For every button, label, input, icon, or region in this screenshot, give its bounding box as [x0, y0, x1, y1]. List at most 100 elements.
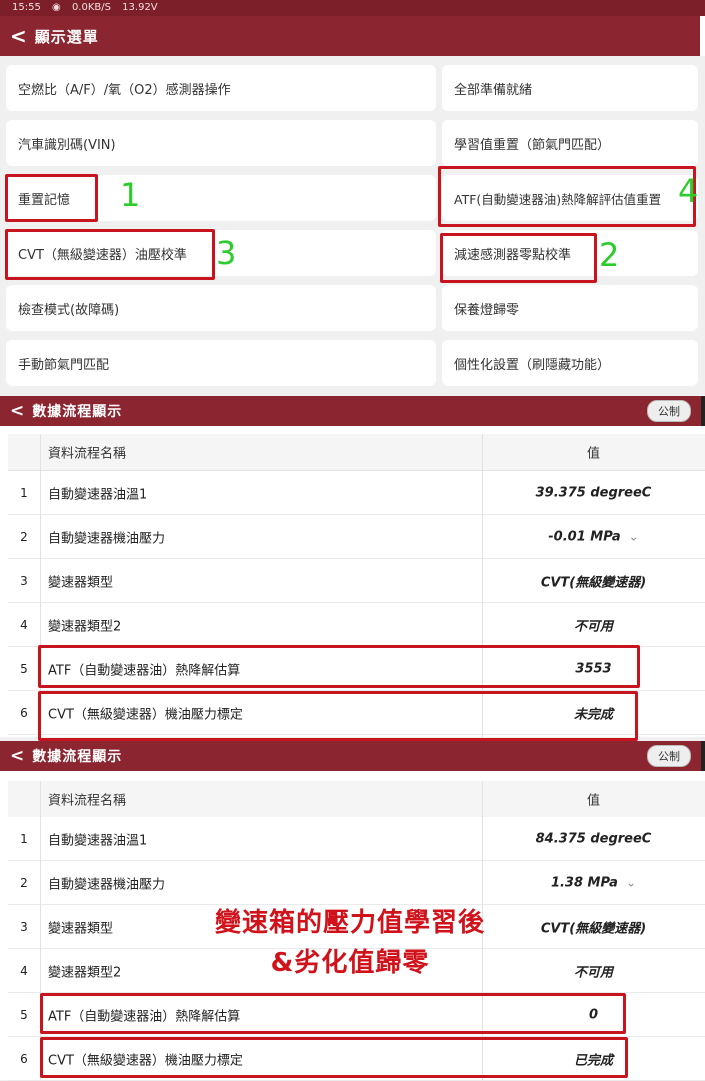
column-divider [40, 434, 41, 737]
step-marker-3: 3 [216, 234, 237, 272]
row-number: 4 [20, 617, 28, 632]
datastream-header-after: < 數據流程顯示 公制 [0, 741, 705, 771]
status-net-speed: 0.0KB/S [71, 2, 111, 13]
row-name: 變速器類型2 [48, 965, 122, 980]
datastream-header-before: < 數據流程顯示 公制 [0, 396, 705, 426]
row-number: 4 [20, 963, 28, 978]
menu-item-learn-reset[interactable]: 學習值重置（節氣門匹配） [442, 120, 698, 166]
column-divider [40, 781, 41, 1080]
table-row[interactable]: 1 自動變速器油溫1 39.375 degreeC [8, 471, 705, 515]
annotation-line-1: 變速箱的壓力值學習後 [214, 908, 485, 938]
table-header-after: 資料流程名稱 值 [8, 781, 705, 818]
row-number: 2 [20, 529, 28, 544]
header-edge [701, 396, 705, 426]
menu-item-label: 學習值重置（節氣門匹配） [454, 137, 611, 153]
row-value: 已完成 [573, 1053, 613, 1068]
menu-item-label: 個性化設置（刷隱藏功能） [454, 357, 611, 373]
chevron-down-icon[interactable]: ⌄ [629, 529, 639, 543]
header-edge [701, 741, 705, 771]
column-header-name: 資料流程名稱 [48, 793, 127, 809]
column-header-value: 值 [586, 446, 600, 462]
menu-title: 顯示選單 [34, 27, 99, 46]
datastream-title: 數據流程顯示 [32, 749, 123, 765]
step-marker-2: 2 [599, 236, 620, 274]
row-name: 變速器類型2 [48, 619, 122, 634]
status-bar: 15:55 ◉ 0.0KB/S 13.92V [0, 0, 705, 16]
menu-item-label: 減速感測器零點校準 [454, 247, 572, 263]
table-row[interactable]: 5 ATF（自動變速器油）熱降解估算 3553 [8, 647, 705, 691]
status-voltage: 13.92V [122, 2, 158, 13]
column-header-name: 資料流程名稱 [48, 446, 127, 462]
table-row[interactable]: 4 變速器類型2 不可用 [8, 603, 705, 647]
menu-item-af-sensor[interactable]: 空燃比（A/F）/氧（O2）感測器操作 [6, 65, 436, 111]
row-value: 未完成 [573, 707, 613, 722]
row-name: 變速器類型 [48, 921, 114, 936]
row-value: 39.375 degreeC [535, 485, 652, 500]
menu-item-label: 空燃比（A/F）/氧（O2）感測器操作 [18, 82, 231, 98]
metric-unit-button[interactable]: 公制 [647, 745, 691, 767]
row-value: 1.38 MPa [550, 875, 618, 890]
row-number: 5 [20, 1007, 28, 1022]
table-header-before: 資料流程名稱 值 [8, 434, 705, 471]
row-number: 2 [20, 875, 28, 890]
row-value: 0 [588, 1007, 599, 1022]
menu-item-label: CVT（無級變速器）油壓校準 [18, 247, 187, 263]
menu-item-check-mode[interactable]: 檢查模式(故障碼) [6, 285, 436, 331]
menu-item-atf-degradation-reset[interactable]: ATF(自動變速器油)熱降解評估值重置 [442, 175, 698, 221]
row-number: 5 [20, 661, 28, 676]
menu-item-label: 保養燈歸零 [454, 302, 520, 318]
menu-grid: 空燃比（A/F）/氧（O2）感測器操作 汽車識別碼(VIN) 重置記憶 CVT（… [0, 56, 705, 395]
menu-item-label: ATF(自動變速器油)熱降解評估值重置 [454, 191, 662, 207]
menu-item-label: 全部準備就緒 [454, 82, 533, 98]
row-value-cell: 1.38 MPa ⌄ [482, 875, 705, 890]
status-time: 15:55 [12, 2, 41, 13]
row-name: 變速器類型 [48, 575, 114, 590]
table-row[interactable]: 1 自動變速器油溫1 84.375 degreeC [8, 817, 705, 861]
row-number: 3 [20, 573, 28, 588]
row-name: CVT（無級變速器）機油壓力標定 [48, 1053, 243, 1068]
step-marker-1: 1 [120, 176, 141, 214]
wifi-icon: ◉ [52, 2, 61, 13]
back-arrow-icon[interactable]: < [10, 747, 24, 765]
row-name: 自動變速器油溫1 [48, 833, 148, 848]
row-value: CVT(無級變速器) [540, 575, 647, 590]
step-marker-4: 4 [678, 172, 699, 210]
table-row[interactable]: 2 自動變速器機油壓力 1.38 MPa ⌄ [8, 861, 705, 905]
column-divider [482, 434, 483, 737]
back-arrow-icon[interactable]: < [10, 402, 24, 420]
row-value: 3553 [575, 661, 612, 676]
row-value: 不可用 [573, 619, 613, 634]
row-name: ATF（自動變速器油）熱降解估算 [48, 1009, 241, 1024]
menu-item-all-ready[interactable]: 全部準備就緒 [442, 65, 698, 111]
chevron-down-icon[interactable]: ⌄ [626, 875, 636, 889]
menu-item-personalization[interactable]: 個性化設置（刷隱藏功能） [442, 340, 698, 386]
row-number: 3 [20, 919, 28, 934]
metric-unit-button[interactable]: 公制 [647, 400, 691, 422]
row-value: 84.375 degreeC [535, 831, 652, 846]
row-number: 6 [20, 705, 28, 720]
menu-item-reset-memory[interactable]: 重置記憶 [6, 175, 436, 221]
menu-item-label: 手動節氣門匹配 [18, 357, 110, 373]
menu-item-label: 檢查模式(故障碼) [18, 302, 120, 318]
table-row[interactable]: 3 變速器類型 CVT(無級變速器) [8, 559, 705, 603]
menu-item-label: 汽車識別碼(VIN) [18, 137, 116, 153]
row-name: CVT（無級變速器）機油壓力標定 [48, 707, 243, 722]
row-number: 6 [20, 1051, 28, 1066]
menu-item-decel-sensor-zero[interactable]: 減速感測器零點校準 [442, 230, 698, 276]
row-name: 自動變速器機油壓力 [48, 531, 166, 546]
column-header-value: 值 [586, 793, 600, 809]
table-row[interactable]: 2 自動變速器機油壓力 -0.01 MPa ⌄ [8, 515, 705, 559]
row-number: 1 [20, 485, 28, 500]
table-row[interactable]: 5 ATF（自動變速器油）熱降解估算 0 [8, 993, 705, 1037]
menu-item-throttle-match[interactable]: 手動節氣門匹配 [6, 340, 436, 386]
menu-header: < 顯示選單 [0, 16, 700, 56]
row-name: 自動變速器油溫1 [48, 487, 148, 502]
menu-item-vin[interactable]: 汽車識別碼(VIN) [6, 120, 436, 166]
table-row[interactable]: 6 CVT（無級變速器）機油壓力標定 未完成 [8, 691, 705, 735]
annotation-line-2: &劣化值歸零 [270, 948, 430, 978]
datastream-title: 數據流程顯示 [32, 404, 123, 420]
menu-item-label: 重置記憶 [18, 192, 71, 208]
menu-item-service-light-reset[interactable]: 保養燈歸零 [442, 285, 698, 331]
table-row[interactable]: 6 CVT（無級變速器）機油壓力標定 已完成 [8, 1037, 705, 1081]
back-arrow-icon[interactable]: < [10, 26, 27, 46]
